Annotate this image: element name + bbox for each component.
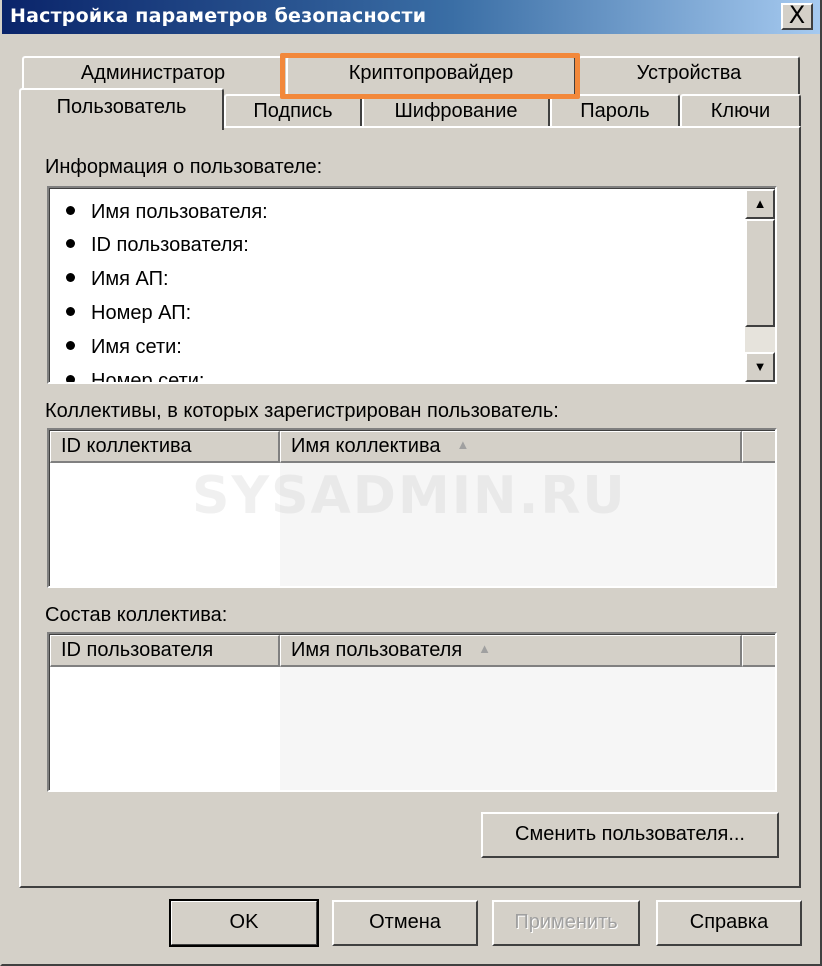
collectives-table[interactable]: ID коллектива Имя коллектива ▲ xyxy=(47,428,777,588)
tab-label: Подпись xyxy=(253,100,333,122)
collectives-label: Коллективы, в которых зарегистрирован по… xyxy=(45,400,559,422)
tab-label: Пользователь xyxy=(56,96,187,118)
sort-ascending-icon: ▲ xyxy=(478,641,492,656)
vertical-scrollbar[interactable]: ▲ ▼ xyxy=(745,189,775,382)
column-header-label: Имя коллектива xyxy=(291,435,441,457)
members-table-header: ID пользователя Имя пользователя ▲ xyxy=(50,635,775,667)
column-header-label: ID коллектива xyxy=(61,435,192,457)
ok-button[interactable]: OK xyxy=(169,899,319,947)
tab-user[interactable]: Пользователь xyxy=(19,88,224,130)
button-label: Отмена xyxy=(369,911,441,933)
list-item-text: ID пользователя: xyxy=(91,234,249,256)
column-shade xyxy=(280,463,775,586)
close-button[interactable]: X xyxy=(781,3,813,30)
arrow-down-icon: ▼ xyxy=(753,359,767,374)
bullet-icon xyxy=(66,239,75,249)
list-item: Номер АП: xyxy=(66,302,191,325)
list-item-text: Имя пользователя: xyxy=(91,201,268,223)
bullet-icon xyxy=(66,206,75,216)
list-item: Имя сети: xyxy=(66,336,182,359)
bullet-icon xyxy=(66,341,75,351)
list-item: ID пользователя: xyxy=(66,234,249,257)
column-header-collective-id[interactable]: ID коллектива xyxy=(50,431,280,463)
sort-ascending-icon: ▲ xyxy=(456,437,470,452)
column-header-collective-name[interactable]: Имя коллектива ▲ xyxy=(280,431,742,463)
scroll-up-button[interactable]: ▲ xyxy=(745,189,775,219)
collectives-table-body[interactable] xyxy=(50,463,775,586)
user-info-label: Информация о пользователе: xyxy=(45,156,323,178)
column-header-user-id[interactable]: ID пользователя xyxy=(50,635,280,667)
tab-signature[interactable]: Подпись xyxy=(224,94,362,128)
members-table-body[interactable] xyxy=(50,667,775,790)
tab-keys[interactable]: Ключи xyxy=(680,94,801,128)
list-item-text: Номер АП: xyxy=(91,302,192,324)
close-icon: X xyxy=(788,1,806,29)
collectives-table-header: ID коллектива Имя коллектива ▲ xyxy=(50,431,775,463)
tab-password[interactable]: Пароль xyxy=(550,94,680,128)
list-item: Имя АП: xyxy=(66,268,169,291)
column-shade xyxy=(280,667,775,790)
members-table[interactable]: ID пользователя Имя пользователя ▲ xyxy=(47,632,777,792)
arrow-up-icon: ▲ xyxy=(753,196,767,211)
tab-label: Ключи xyxy=(710,100,771,122)
tab-label: Шифрование xyxy=(394,100,518,122)
button-label: OK xyxy=(229,911,259,933)
tab-devices[interactable]: Устройства xyxy=(578,56,800,94)
cancel-button[interactable]: Отмена xyxy=(332,900,478,946)
bullet-icon xyxy=(66,375,75,382)
security-settings-dialog: Настройка параметров безопасности X Адми… xyxy=(0,0,822,966)
tab-cryptoprovider[interactable]: Криптопровайдер xyxy=(286,56,576,94)
column-header-user-name[interactable]: Имя пользователя ▲ xyxy=(280,635,742,667)
help-button[interactable]: Справка xyxy=(656,900,802,946)
list-item-text: Номер сети: xyxy=(91,370,205,382)
change-user-button[interactable]: Сменить пользователя... xyxy=(481,812,779,858)
bullet-icon xyxy=(66,273,75,283)
list-item-text: Имя АП: xyxy=(91,268,169,290)
column-header-filler xyxy=(742,431,775,463)
bullet-icon xyxy=(66,307,75,317)
column-header-label: ID пользователя xyxy=(61,639,214,661)
column-header-label: Имя пользователя xyxy=(291,639,463,661)
list-item-text: Имя сети: xyxy=(91,336,182,358)
list-item: Номер сети: xyxy=(66,370,204,382)
button-label: Применить xyxy=(514,911,618,933)
scroll-thumb[interactable] xyxy=(745,219,775,327)
button-label: Сменить пользователя... xyxy=(515,823,745,845)
tab-label: Криптопровайдер xyxy=(348,62,514,84)
apply-button[interactable]: Применить xyxy=(492,900,640,946)
title-bar[interactable]: Настройка параметров безопасности X xyxy=(2,0,820,34)
scroll-down-button[interactable]: ▼ xyxy=(745,352,775,382)
tab-label: Устройства xyxy=(636,62,742,84)
members-label: Состав коллектива: xyxy=(45,604,228,626)
tab-label: Пароль xyxy=(580,100,650,122)
tab-label: Администратор xyxy=(80,62,226,84)
window-title: Настройка параметров безопасности xyxy=(10,5,427,27)
user-info-list[interactable]: Имя пользователя: ID пользователя: Имя А… xyxy=(47,186,777,384)
tab-encryption[interactable]: Шифрование xyxy=(362,94,550,128)
tab-panel-user: Информация о пользователе: Имя пользоват… xyxy=(19,126,801,888)
button-label: Справка xyxy=(689,911,769,933)
column-header-filler xyxy=(742,635,775,667)
list-item: Имя пользователя: xyxy=(66,201,268,224)
